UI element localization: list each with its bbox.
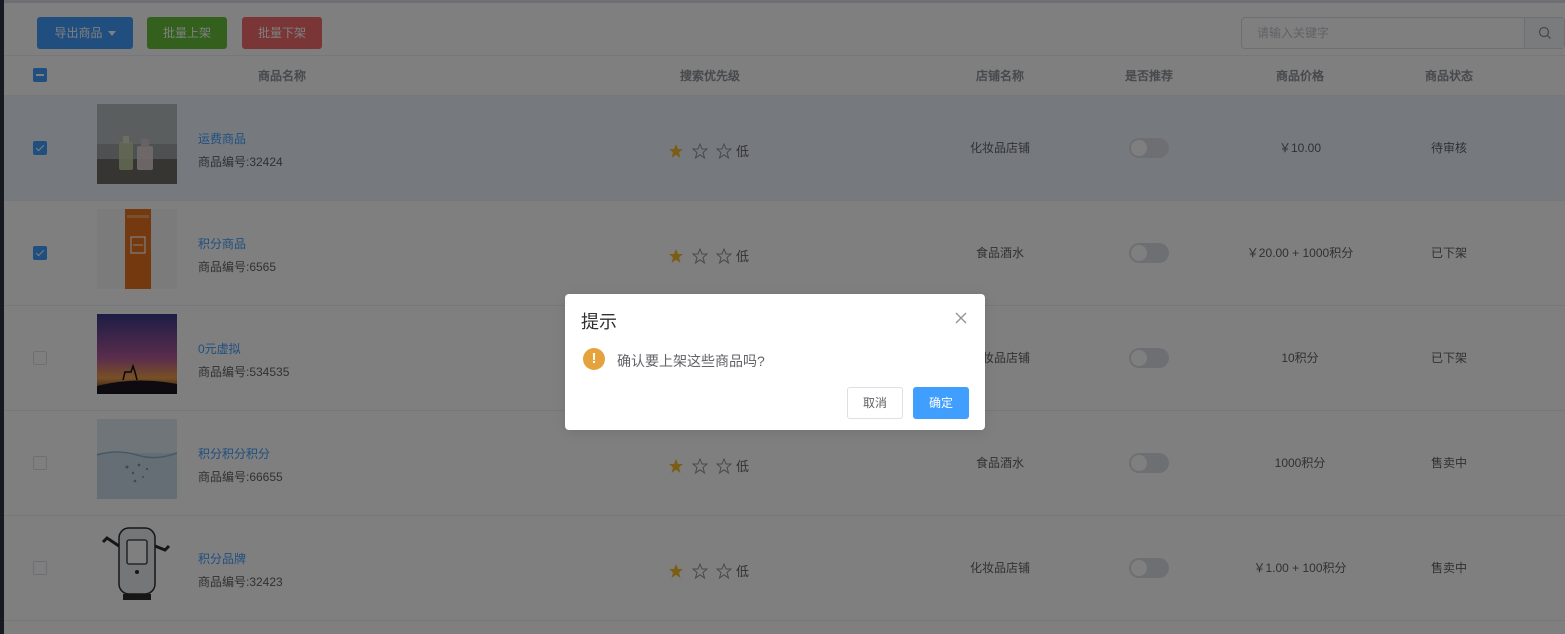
confirm-button[interactable]: 确定	[913, 387, 969, 419]
warning-icon: !	[583, 348, 605, 370]
cancel-button[interactable]: 取消	[847, 387, 903, 419]
confirm-dialog: 提示 ! 确认要上架这些商品吗? 取消 确定	[565, 294, 985, 430]
close-icon[interactable]	[955, 312, 967, 324]
dialog-title: 提示	[581, 312, 617, 332]
dialog-message: 确认要上架这些商品吗?	[617, 353, 765, 369]
